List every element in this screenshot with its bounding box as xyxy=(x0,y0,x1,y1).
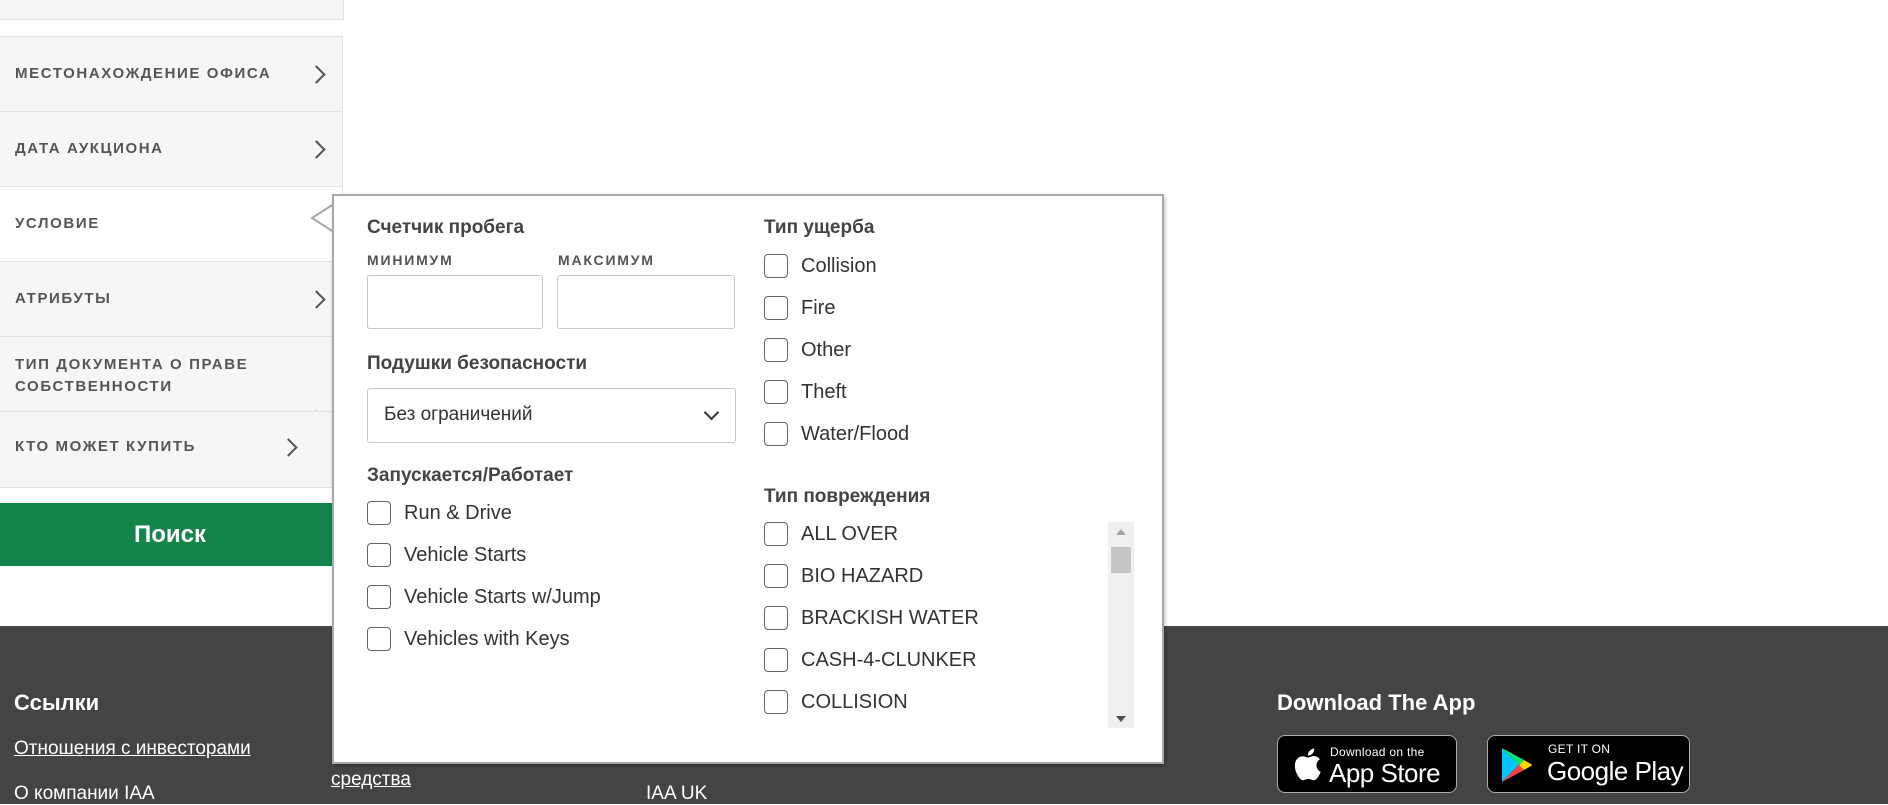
sidebar-item-label: МЕСТОНАХОЖДЕНИЕ ОФИСА xyxy=(15,65,272,82)
app-store-button[interactable]: Download on the App Store xyxy=(1277,735,1457,793)
sidebar-item-who-can-buy[interactable]: КТО МОЖЕТ КУПИТЬ xyxy=(0,411,343,488)
odometer-min-label: МИНИМУМ xyxy=(367,252,454,268)
checkbox-label: Run & Drive xyxy=(404,502,512,524)
checkbox-label: CASH-4-CLUNKER xyxy=(801,649,977,671)
checkbox-label: Water/Flood xyxy=(801,423,910,445)
checkbox[interactable] xyxy=(764,690,788,714)
sidebar-item-label: ДАТА АУКЦИОНА xyxy=(15,140,164,157)
checkbox-label: Vehicle Starts w/Jump xyxy=(404,586,601,608)
condition-filter-panel: Счетчик пробега МИНИМУМ МАКСИМУМ Подушки… xyxy=(332,194,1164,764)
checkbox[interactable] xyxy=(367,627,391,651)
sidebar-item-label: КТО МОЖЕТ КУПИТЬ xyxy=(15,438,196,455)
damage-type-title: Тип повреждения xyxy=(764,486,931,507)
checkbox[interactable] xyxy=(367,543,391,567)
scroll-up-arrow-icon[interactable] xyxy=(1116,529,1126,535)
checkbox-label: Theft xyxy=(801,381,847,403)
sidebar-item-office-location[interactable]: МЕСТОНАХОЖДЕНИЕ ОФИСА xyxy=(0,36,343,112)
checkbox[interactable] xyxy=(764,564,788,588)
sidebar-item-condition[interactable]: УСЛОВИЕ xyxy=(0,186,343,262)
airbags-title: Подушки безопасности xyxy=(367,353,588,374)
download-app-title: Download The App xyxy=(1277,690,1476,715)
iaa-uk-link[interactable]: IAA UK xyxy=(646,783,707,805)
vehicles-link[interactable]: средства xyxy=(331,769,411,791)
google-play-button[interactable]: GET IT ON Google Play xyxy=(1487,735,1690,793)
scrollbar-thumb[interactable] xyxy=(1111,547,1131,573)
loss-type-title: Тип ущерба xyxy=(764,217,875,238)
sidebar-top-item[interactable] xyxy=(0,0,344,20)
checkbox[interactable] xyxy=(764,338,788,362)
checkbox-label: Vehicle Starts xyxy=(404,544,527,566)
airbags-select[interactable]: Без ограничений xyxy=(367,388,736,443)
checkbox[interactable] xyxy=(367,585,391,609)
google-play-icon xyxy=(1502,748,1532,782)
checkbox-label: Fire xyxy=(801,297,836,319)
checkbox[interactable] xyxy=(764,522,788,546)
runs-title: Запускается/Работает xyxy=(367,465,574,486)
checkbox-label: Collision xyxy=(801,255,877,277)
damage-list-scrollbar[interactable] xyxy=(1108,522,1134,728)
footer-links-title: Ссылки xyxy=(14,690,100,715)
checkbox-label: Other xyxy=(801,339,852,361)
search-button[interactable]: Поиск xyxy=(0,503,340,566)
sidebar-item-label: СОБСТВЕННОСТИ xyxy=(15,378,173,395)
app-store-small-text: Download on the xyxy=(1330,745,1425,759)
chevron-right-icon xyxy=(307,65,326,84)
app-store-big-text: App Store xyxy=(1329,758,1441,788)
scroll-down-arrow-icon[interactable] xyxy=(1116,716,1126,722)
chevron-right-icon xyxy=(279,438,298,457)
sidebar-item-attributes[interactable]: АТРИБУТЫ xyxy=(0,261,343,337)
checkbox[interactable] xyxy=(764,254,788,278)
sidebar-item-label: АТРИБУТЫ xyxy=(15,290,112,307)
chevron-right-icon xyxy=(307,140,326,159)
odometer-min-input[interactable] xyxy=(367,275,543,329)
chevron-right-icon xyxy=(307,290,326,309)
odometer-title: Счетчик пробега xyxy=(367,217,525,238)
chevron-down-icon xyxy=(703,404,720,421)
odometer-max-input[interactable] xyxy=(557,275,735,329)
checkbox-label: COLLISION xyxy=(801,691,908,713)
checkbox[interactable] xyxy=(764,380,788,404)
investor-relations-link[interactable]: Отношения с инвесторами xyxy=(14,738,251,760)
checkbox[interactable] xyxy=(367,501,391,525)
odometer-max-label: МАКСИМУМ xyxy=(558,252,655,268)
sidebar-item-auction-date[interactable]: ДАТА АУКЦИОНА xyxy=(0,111,343,187)
checkbox-label: BIO HAZARD xyxy=(801,565,924,587)
sidebar-item-label: ТИП ДОКУМЕНТА О ПРАВЕ xyxy=(15,356,249,373)
sidebar-item-label: УСЛОВИЕ xyxy=(15,215,100,232)
checkbox-label: BRACKISH WATER xyxy=(801,607,979,629)
checkbox[interactable] xyxy=(764,422,788,446)
sidebar-item-title-type[interactable]: ТИП ДОКУМЕНТА О ПРАВЕ СОБСТВЕННОСТИ xyxy=(0,336,343,429)
airbags-selected-value: Без ограничений xyxy=(384,404,533,425)
checkbox[interactable] xyxy=(764,648,788,672)
checkbox[interactable] xyxy=(764,296,788,320)
checkbox-label: Vehicles with Keys xyxy=(404,628,570,650)
apple-icon xyxy=(1294,748,1321,781)
checkbox[interactable] xyxy=(764,606,788,630)
google-play-small-text: GET IT ON xyxy=(1548,742,1611,756)
checkbox-label: ALL OVER xyxy=(801,523,899,545)
google-play-big-text: Google Play xyxy=(1547,756,1684,786)
about-iaa-link[interactable]: О компании IAA xyxy=(14,783,155,805)
